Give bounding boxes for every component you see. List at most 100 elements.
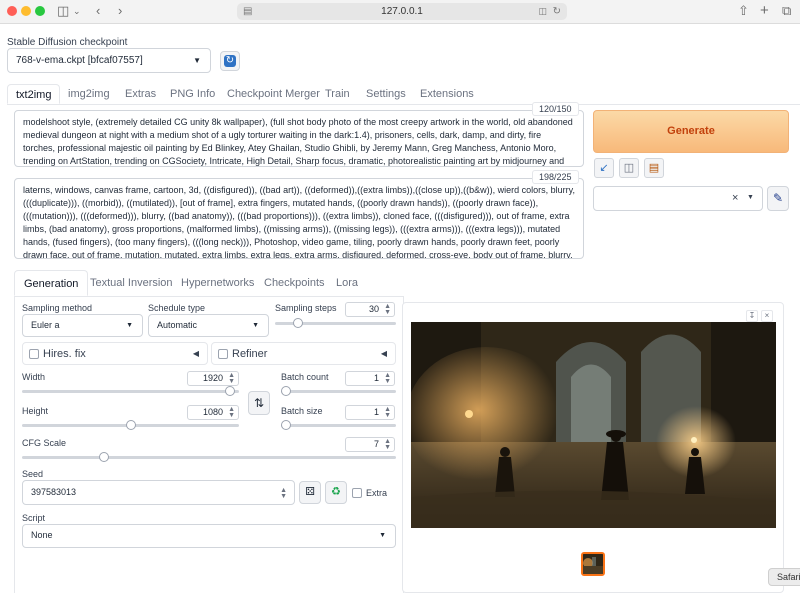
- clear-button[interactable]: ◫: [619, 158, 639, 178]
- schedule-type-label: Schedule type: [148, 303, 206, 313]
- tabs-icon[interactable]: ⧉: [782, 3, 791, 19]
- tab-txt2img[interactable]: txt2img: [7, 84, 61, 104]
- tab-settings[interactable]: Settings: [366, 84, 406, 104]
- batch-count-slider[interactable]: [281, 386, 396, 396]
- height-label: Height: [22, 406, 49, 416]
- slider-handle[interactable]: [281, 420, 291, 430]
- prompt-textarea[interactable]: modelshoot style, (extremely detailed CG…: [14, 110, 584, 167]
- paste-icon: ↙: [599, 162, 609, 174]
- browser-toolbar: ◫ ⌄ ‹ › ▤ 127.0.0.1 ◫ ↻ ⇧ + ⧉: [0, 0, 800, 24]
- sampling-steps-input[interactable]: 30 ▲ ▼: [345, 302, 395, 317]
- stepper-icon[interactable]: ▲ ▼: [280, 487, 287, 500]
- styles-button[interactable]: ▤: [644, 158, 664, 178]
- paste-button[interactable]: ↙: [594, 158, 614, 178]
- back-icon[interactable]: ‹: [96, 3, 100, 19]
- refiner-accordion[interactable]: Refiner ◀: [211, 342, 396, 365]
- batch-size-input[interactable]: 1 ▲ ▼: [345, 405, 395, 420]
- checkpoint-value: 768-v-ema.ckpt [bfcaf07557]: [16, 55, 143, 66]
- checkpoint-select[interactable]: 768-v-ema.ckpt [bfcaf07557] ▼: [7, 48, 211, 73]
- extra-seed-label: Extra: [366, 488, 388, 498]
- tab-extensions[interactable]: Extensions: [420, 84, 474, 104]
- hires-fix-accordion[interactable]: Hires. fix ◀: [22, 342, 208, 365]
- script-select[interactable]: None ▼: [22, 524, 396, 548]
- random-seed-button[interactable]: ⚄: [299, 481, 321, 504]
- share-icon[interactable]: ⇧: [738, 3, 749, 19]
- trash-icon: ◫: [623, 162, 635, 174]
- tab-divider: [7, 104, 800, 105]
- seed-input[interactable]: 397583013 ▲ ▼: [22, 480, 295, 505]
- tab-img2img[interactable]: img2img: [68, 84, 110, 104]
- tab-checkpoints[interactable]: Checkpoints: [264, 270, 325, 296]
- schedule-type-select[interactable]: Automatic ▼: [148, 314, 269, 337]
- generated-image[interactable]: [411, 322, 776, 528]
- tab-png-info[interactable]: PNG Info: [170, 84, 215, 104]
- window-minimize-button[interactable]: [21, 6, 31, 16]
- caret-down-icon: ▼: [252, 322, 259, 329]
- reuse-seed-button[interactable]: ♻: [325, 481, 347, 504]
- hires-fix-checkbox[interactable]: [29, 349, 39, 359]
- stepper-icon[interactable]: ▲ ▼: [384, 406, 391, 419]
- tab-checkpoint-merger[interactable]: Checkpoint Merger: [227, 84, 320, 104]
- download-button[interactable]: ↧: [746, 310, 758, 322]
- stepper-icon[interactable]: ▲ ▼: [384, 372, 391, 385]
- edit-style-button[interactable]: ✎: [767, 186, 789, 211]
- styles-select[interactable]: × ▼: [593, 186, 763, 211]
- download-icon: ↧: [748, 311, 756, 320]
- batch-size-value: 1: [373, 407, 379, 417]
- new-tab-icon[interactable]: +: [760, 3, 769, 19]
- script-label: Script: [22, 513, 46, 523]
- reload-icon[interactable]: ↻: [553, 3, 561, 20]
- extra-seed-checkbox[interactable]: [352, 488, 362, 498]
- batch-count-input[interactable]: 1 ▲ ▼: [345, 371, 395, 386]
- sampling-steps-label: Sampling steps: [275, 303, 337, 313]
- stepper-icon[interactable]: ▲ ▼: [384, 303, 391, 316]
- tab-textual-inversion[interactable]: Textual Inversion: [90, 270, 173, 296]
- batch-size-slider[interactable]: [281, 420, 396, 430]
- stepper-icon[interactable]: ▲ ▼: [384, 438, 391, 451]
- generate-button[interactable]: Generate: [593, 110, 789, 153]
- slider-handle[interactable]: [281, 386, 291, 396]
- chevron-down-icon[interactable]: ⌄: [73, 3, 81, 19]
- close-output-button[interactable]: ×: [761, 310, 773, 322]
- safari-tooltip: Safari: [768, 568, 800, 586]
- slider-handle[interactable]: [292, 318, 303, 328]
- address-bar[interactable]: ▤ 127.0.0.1 ◫ ↻: [237, 3, 567, 20]
- tab-train[interactable]: Train: [325, 84, 350, 104]
- refresh-checkpoint-button[interactable]: ↻: [220, 51, 240, 71]
- window-close-button[interactable]: [7, 6, 17, 16]
- height-slider[interactable]: [22, 420, 239, 430]
- stepper-icon[interactable]: ▲ ▼: [228, 372, 235, 385]
- cfg-scale-slider[interactable]: [22, 452, 396, 462]
- tab-hypernetworks[interactable]: Hypernetworks: [181, 270, 254, 296]
- height-input[interactable]: 1080 ▲ ▼: [187, 405, 239, 420]
- tab-lora[interactable]: Lora: [336, 270, 358, 296]
- width-value: 1920: [202, 373, 223, 383]
- slider-handle[interactable]: [125, 420, 136, 430]
- width-input[interactable]: 1920 ▲ ▼: [187, 371, 239, 386]
- recycle-icon: ♻: [331, 486, 341, 498]
- swap-icon: ⇅: [253, 396, 265, 410]
- notes-icon: ▤: [648, 162, 660, 174]
- sampling-method-select[interactable]: Euler a ▼: [22, 314, 143, 337]
- tab-extras[interactable]: Extras: [125, 84, 156, 104]
- gallery-thumbnail[interactable]: [581, 552, 605, 576]
- stepper-icon[interactable]: ▲ ▼: [228, 406, 235, 419]
- swap-dimensions-button[interactable]: ⇅: [248, 391, 270, 415]
- negative-token-counter: 198/225: [532, 170, 579, 184]
- forward-icon[interactable]: ›: [118, 3, 122, 19]
- width-label: Width: [22, 372, 46, 382]
- width-slider[interactable]: [22, 386, 239, 396]
- window-zoom-button[interactable]: [35, 6, 45, 16]
- sampling-steps-slider[interactable]: [275, 318, 396, 328]
- cfg-scale-input[interactable]: 7 ▲ ▼: [345, 437, 395, 452]
- dice-icon: ⚄: [305, 486, 315, 498]
- batch-count-label: Batch count: [281, 372, 329, 382]
- tab-generation[interactable]: Generation: [14, 270, 89, 296]
- close-icon[interactable]: ×: [732, 192, 738, 204]
- refiner-checkbox[interactable]: [218, 349, 228, 359]
- close-icon: ×: [764, 311, 770, 320]
- sidebar-icon[interactable]: ◫: [57, 3, 69, 19]
- translate-icon[interactable]: ◫: [538, 3, 547, 20]
- main-tabs: txt2img img2img Extras PNG Info Checkpoi…: [7, 84, 587, 104]
- negative-prompt-textarea[interactable]: laterns, windows, canvas frame, cartoon,…: [14, 178, 584, 259]
